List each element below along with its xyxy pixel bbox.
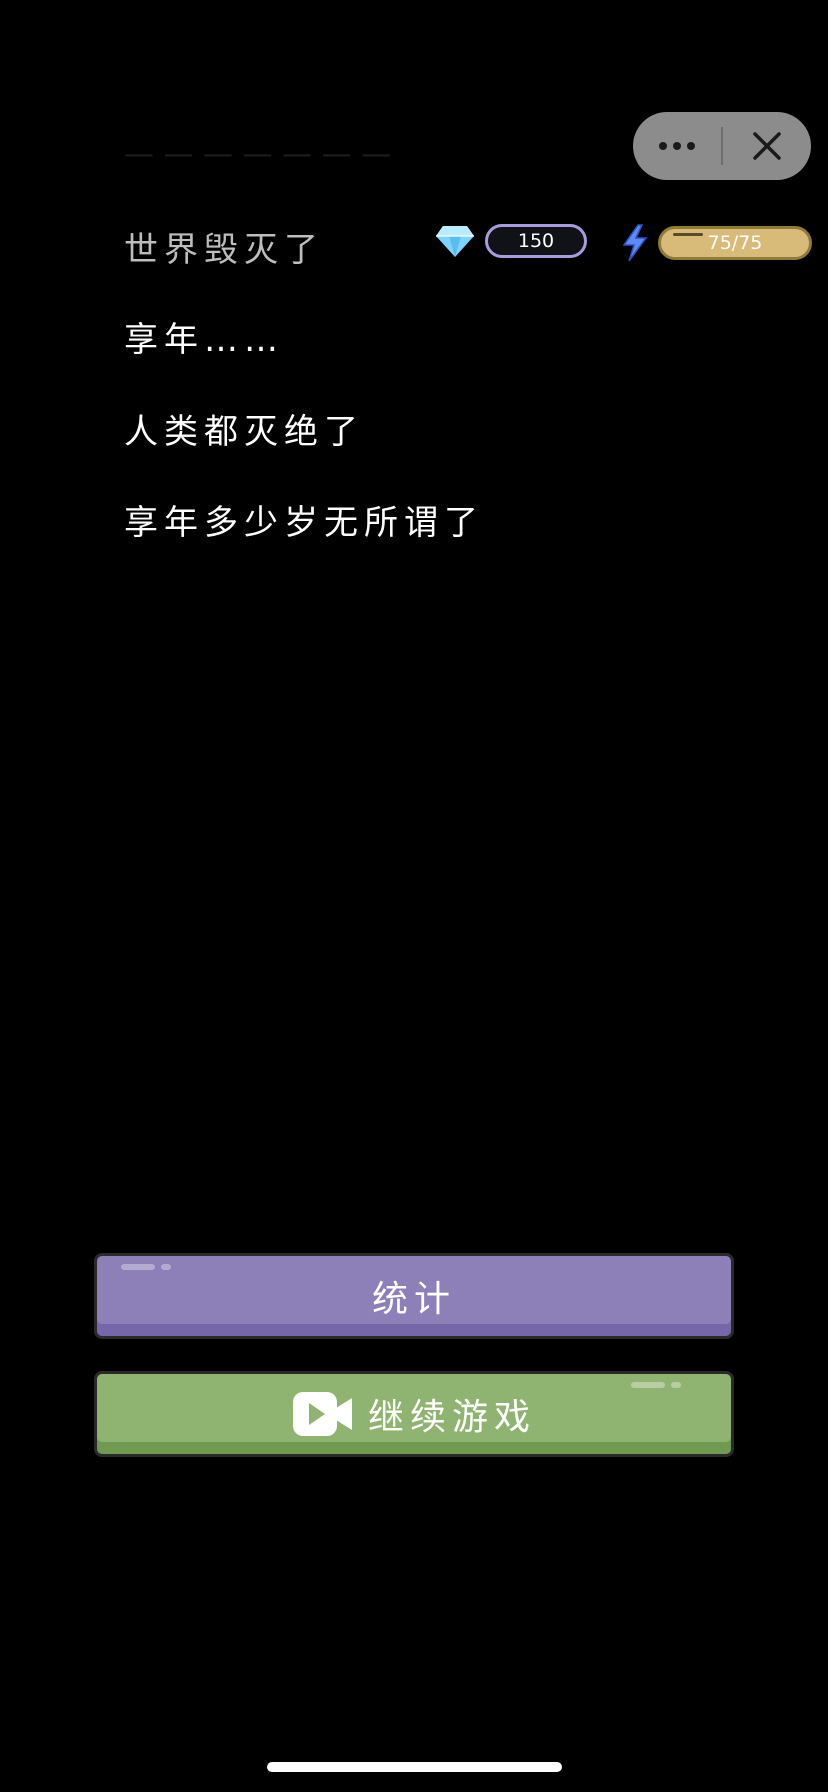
history-line-1: 世界毁灭了: [124, 230, 324, 270]
button-shine: [631, 1382, 665, 1388]
video-icon-wrap: [292, 1390, 354, 1438]
button-shine-dot: [671, 1382, 681, 1388]
button-shine-dot: [161, 1264, 171, 1270]
stats-button[interactable]: 统计: [94, 1253, 734, 1339]
stats-button-label: 统计: [371, 1279, 456, 1320]
continue-game-button[interactable]: 继续游戏: [94, 1371, 734, 1457]
more-button[interactable]: [633, 112, 721, 180]
video-camera-icon: [292, 1392, 352, 1436]
close-button[interactable]: [723, 112, 811, 180]
gem-count: 150: [485, 224, 587, 258]
energy-counter: 75/75: [620, 224, 812, 262]
continue-game-label: 继续游戏: [367, 1397, 536, 1438]
energy-bar-shine: [673, 233, 703, 236]
lightning-icon: [622, 224, 648, 262]
faded-history-line: — — — — — — — — — —: [124, 150, 424, 160]
close-icon: [753, 132, 781, 160]
energy-bar: 75/75: [658, 226, 812, 260]
button-shine: [121, 1264, 155, 1270]
energy-value: 75/75: [707, 232, 763, 254]
gem-counter: 150: [435, 224, 587, 258]
miniprogram-capsule: [633, 112, 811, 180]
more-icon: [659, 142, 695, 150]
home-indicator[interactable]: [267, 1762, 562, 1772]
history-line-3: 人类都灭绝了: [124, 412, 364, 452]
history-line-4: 享年多少岁无所谓了: [124, 503, 484, 543]
history-line-2: 享年……: [124, 320, 284, 360]
diamond-icon: [436, 226, 474, 257]
